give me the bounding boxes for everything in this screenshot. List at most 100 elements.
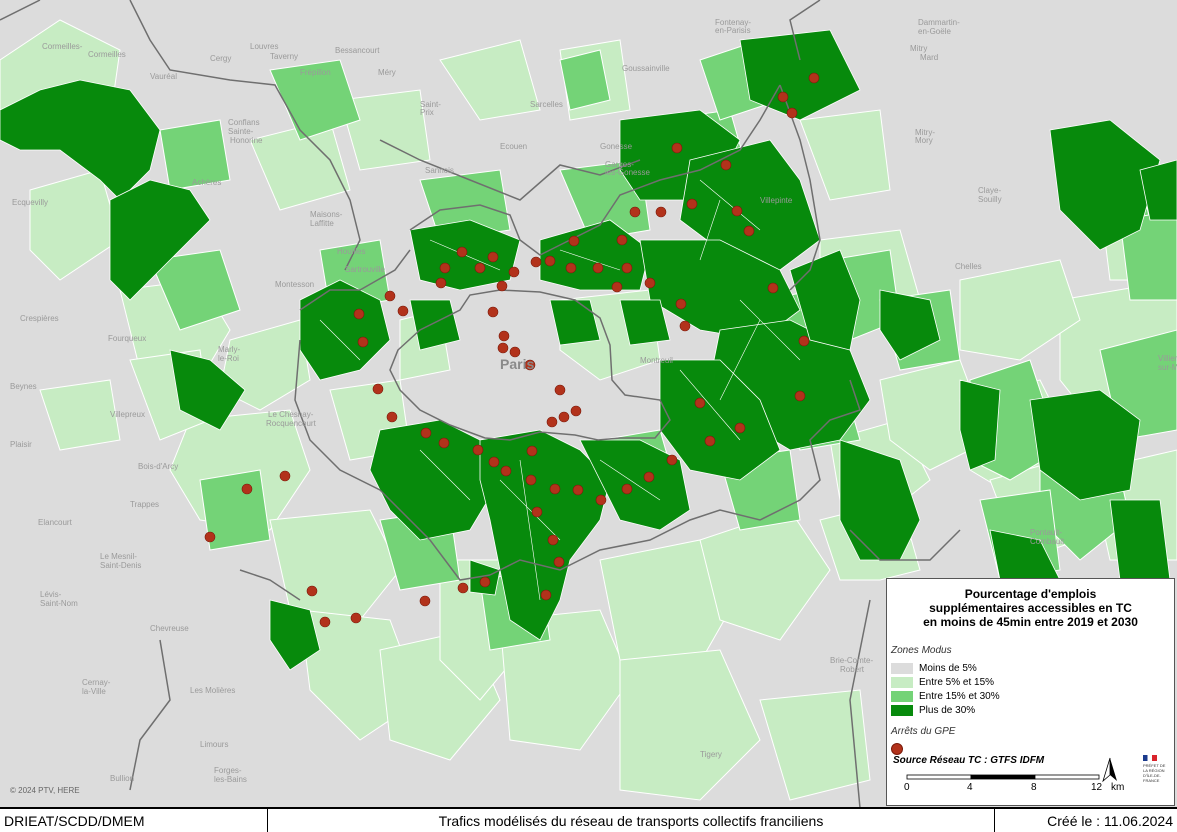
place-label: Paris	[500, 356, 535, 372]
place-label: Bullion	[110, 774, 135, 783]
legend-title: Pourcentage d'emplois supplémentaires ac…	[887, 587, 1174, 629]
place-label: Saint-Denis	[100, 561, 142, 570]
gpe-stop	[435, 277, 447, 289]
place-label: Combault	[1030, 537, 1065, 546]
gpe-stop	[397, 305, 409, 317]
gpe-stop	[350, 612, 362, 624]
place-label: Cormeilles-	[42, 42, 83, 51]
legend-class-5-15: Entre 5% et 15%	[891, 676, 994, 688]
gpe-stop	[655, 206, 667, 218]
gpe-stop	[565, 262, 577, 274]
place-label: Beynes	[10, 382, 37, 391]
place-label: Ecquevilly	[12, 198, 49, 207]
place-label: Villepinte	[760, 196, 793, 205]
place-label: Mitry	[910, 44, 928, 53]
legend-zones-heading: Zones Modus	[891, 645, 952, 656]
footer-title: Trafics modélisés du réseau de transport…	[268, 809, 995, 832]
gpe-stop	[319, 616, 331, 628]
gpe-stop	[457, 582, 469, 594]
gpe-stop	[808, 72, 820, 84]
gpe-stop	[671, 142, 683, 154]
place-label: Bessancourt	[335, 46, 380, 55]
gpe-stop	[666, 454, 678, 466]
place-label: Mard	[920, 53, 939, 62]
place-label: Laffitte	[310, 219, 334, 228]
gpe-stop	[508, 266, 520, 278]
gpe-stop	[549, 483, 561, 495]
gpe-stop	[531, 506, 543, 518]
legend-class-label: Plus de 30%	[919, 704, 976, 716]
gpe-stop	[611, 281, 623, 293]
scale-unit: km	[1111, 782, 1125, 793]
gpe-stop	[498, 330, 510, 342]
gpe-stop	[472, 444, 484, 456]
place-label: Montesson	[275, 280, 315, 289]
gpe-stop	[474, 262, 486, 274]
footer-org: DRIEAT/SCDD/DMEM	[0, 809, 268, 832]
gpe-stop	[743, 225, 755, 237]
gpe-stop	[621, 483, 633, 495]
gpe-stop	[306, 585, 318, 597]
gpe-stop	[547, 534, 559, 546]
gpe-stop	[544, 255, 556, 267]
place-label: Sarcelles	[530, 100, 563, 109]
place-label: Le Mesnil-	[100, 552, 137, 561]
place-label: Prix	[420, 108, 434, 117]
place-label: Villepreux	[110, 410, 145, 419]
scale-tick: 0	[904, 782, 910, 793]
gpe-stop	[526, 445, 538, 457]
gpe-stop	[621, 262, 633, 274]
place-label: Goussainville	[622, 64, 670, 73]
legend-title-line: en moins de 45min entre 2019 et 2030	[923, 615, 1138, 629]
place-label: Cernay-	[82, 678, 111, 687]
gpe-stop	[204, 531, 216, 543]
place-label: Sannois	[425, 166, 454, 175]
place-label: sur-Marne	[1158, 363, 1177, 372]
place-label: Louvres	[250, 42, 279, 51]
gpe-stop	[629, 206, 641, 218]
legend-title-line: Pourcentage d'emplois	[964, 587, 1097, 601]
gpe-stop	[456, 246, 468, 258]
place-label: Montreuil	[640, 356, 673, 365]
place-label: Frépillon	[300, 68, 331, 77]
place-label: Vauréal	[150, 72, 177, 81]
place-label: Trappes	[130, 500, 160, 509]
gpe-stop	[487, 306, 499, 318]
gpe-stop	[439, 262, 451, 274]
gpe-stop	[525, 474, 537, 486]
gpe-stop	[568, 235, 580, 247]
scale-tick: 4	[967, 782, 973, 793]
place-label: Le Chesnay-	[268, 410, 314, 419]
scale-tick: 12	[1091, 782, 1103, 793]
map: Cormeilles- Cormeilles Louvres Bessancourt C…	[0, 0, 1177, 808]
place-label: Limours	[200, 740, 229, 749]
place-label: Elancourt	[38, 518, 72, 527]
gpe-stop	[384, 290, 396, 302]
gpe-stop	[794, 390, 806, 402]
footer-date: Créé le : 11.06.2024	[1047, 812, 1173, 829]
gpe-stop	[386, 411, 398, 423]
place-label: les-Bains	[214, 775, 247, 784]
place-label: en-Goële	[918, 27, 951, 36]
place-label: Robert	[840, 665, 865, 674]
place-label: Tigery	[700, 750, 722, 759]
gpe-stop	[420, 427, 432, 439]
gpe-stop	[570, 405, 582, 417]
legend-class-lt5: Moins de 5%	[891, 662, 977, 674]
gpe-stop	[488, 456, 500, 468]
gpe-stop	[553, 556, 565, 568]
place-label: Crespières	[20, 314, 59, 323]
place-label: la-Ville	[82, 687, 106, 696]
place-label: Cergy	[210, 54, 232, 63]
place-label: Ecouen	[500, 142, 528, 151]
gpe-stop	[496, 280, 508, 292]
source-note: Source Réseau TC : GTFS IDFM	[893, 755, 1045, 766]
scale-bar: 0 4 8 12 km	[901, 772, 1171, 802]
gpe-stop	[767, 282, 779, 294]
gpe-stop	[572, 484, 584, 496]
legend-stop-symbol	[891, 743, 903, 755]
gpe-stop	[497, 342, 509, 354]
place-label: Souilly	[978, 195, 1002, 204]
legend: Pourcentage d'emplois supplémentaires ac…	[886, 578, 1175, 806]
gpe-stop	[353, 308, 365, 320]
